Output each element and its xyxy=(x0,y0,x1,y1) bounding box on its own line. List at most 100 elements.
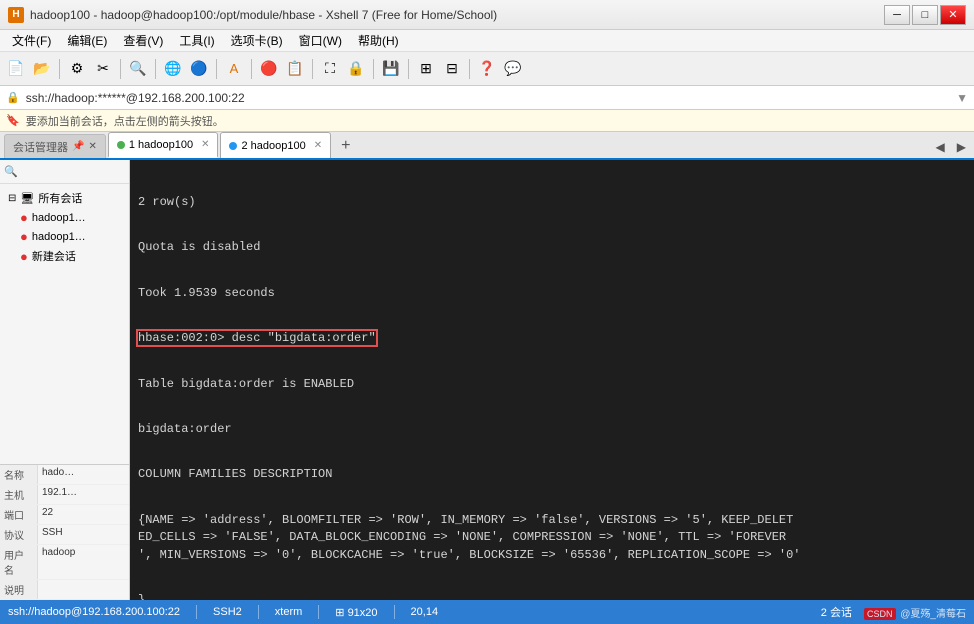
toolbar-btn8[interactable]: A xyxy=(222,57,246,81)
status-dimensions: ⊞ 91x20 xyxy=(335,606,377,619)
tab-1-hadoop100[interactable]: 1 hadoop100 ✕ xyxy=(108,132,219,158)
search-input[interactable] xyxy=(18,166,125,178)
toolbar-btn15[interactable]: ⊟ xyxy=(440,57,464,81)
pin-icon[interactable]: 📌 xyxy=(72,141,84,152)
status-ssh-address: ssh://hadoop@192.168.200.100:22 xyxy=(8,606,180,618)
prop-username: 用户名 hadoop xyxy=(0,545,129,580)
tree-hadoop2-icon: ● xyxy=(20,229,28,244)
sidebar-search[interactable]: 🔍 xyxy=(0,160,129,184)
toolbar-sep5 xyxy=(251,59,252,79)
prop-note-value xyxy=(38,580,46,599)
terminal[interactable]: 2 row(s) Quota is disabled Took 1.9539 s… xyxy=(130,160,974,600)
toolbar-btn13[interactable]: 💾 xyxy=(379,57,403,81)
tree-item-hadoop2[interactable]: ● hadoop1… xyxy=(0,227,129,246)
tab-nav-right: ◀ ▶ xyxy=(932,138,970,158)
tree-hadoop1-label: hadoop1… xyxy=(32,212,86,224)
session-manager-label: 会话管理器 xyxy=(13,139,68,155)
app-icon: H xyxy=(8,7,24,23)
prop-host: 主机 192.1… xyxy=(0,485,129,505)
tab-2-label: 2 hadoop100 xyxy=(241,140,305,152)
tab-prev-button[interactable]: ◀ xyxy=(932,138,949,156)
toolbar-btn6[interactable]: 🌐 xyxy=(161,57,185,81)
toolbar-btn11[interactable]: ⛶ xyxy=(318,57,342,81)
prop-protocol-value: SSH xyxy=(38,525,67,544)
toolbar-btn10[interactable]: 📋 xyxy=(283,57,307,81)
session-close-icon[interactable]: ✕ xyxy=(88,141,96,152)
tab-1-close[interactable]: ✕ xyxy=(201,139,209,150)
menu-view[interactable]: 查看(V) xyxy=(115,30,171,51)
tab-2-close[interactable]: ✕ xyxy=(314,140,322,151)
minimize-button[interactable]: ─ xyxy=(884,5,910,25)
info-text: 要添加当前会话，点击左侧的箭头按钮。 xyxy=(26,113,224,129)
window-title: hadoop100 - hadoop@hadoop100:/opt/module… xyxy=(30,8,884,22)
new-file-button[interactable]: 📄 xyxy=(4,57,28,81)
status-right: 2 会话 CSDN @夏殇_清莓石 xyxy=(821,604,966,620)
menu-edit[interactable]: 编辑(E) xyxy=(59,30,115,51)
term-line-4: hbase:002:0> desc "bigdata:order" xyxy=(138,330,966,347)
prop-host-value: 192.1… xyxy=(38,485,81,504)
prop-note-label: 说明 xyxy=(0,580,38,599)
sidebar-tree: ⊟ 🖥 所有会话 ● hadoop1… ● hadoop1… ● 新建会话 xyxy=(0,184,129,464)
term-line-9: } xyxy=(138,592,966,600)
window-controls[interactable]: ─ □ ✕ xyxy=(884,5,966,25)
tab-next-button[interactable]: ▶ xyxy=(953,138,970,156)
term-line-3: Took 1.9539 seconds xyxy=(138,285,966,302)
address-dropdown-icon[interactable]: ▼ xyxy=(956,91,968,105)
status-divider-2 xyxy=(258,605,259,619)
tab-1-status-dot xyxy=(117,141,125,149)
toolbar-sep9 xyxy=(469,59,470,79)
term-line-1: 2 row(s) xyxy=(138,194,966,211)
toolbar-btn4[interactable]: ✂ xyxy=(91,57,115,81)
toolbar-btn9[interactable]: 🔴 xyxy=(257,57,281,81)
toolbar-sep6 xyxy=(312,59,313,79)
prop-username-label: 用户名 xyxy=(0,545,38,579)
tree-item-hadoop1[interactable]: ● hadoop1… xyxy=(0,208,129,227)
menu-help[interactable]: 帮助(H) xyxy=(350,30,407,51)
prop-port: 端口 22 xyxy=(0,505,129,525)
tree-item-new-session[interactable]: ● 新建会话 xyxy=(0,246,129,266)
term-line-2: Quota is disabled xyxy=(138,239,966,256)
open-button[interactable]: 📂 xyxy=(30,57,54,81)
toolbar-btn16[interactable]: 💬 xyxy=(501,57,525,81)
menu-window[interactable]: 窗口(W) xyxy=(291,30,350,51)
session-manager-tab[interactable]: 会话管理器 📌 ✕ xyxy=(4,134,106,158)
status-position: 20,14 xyxy=(411,606,439,618)
status-divider-3 xyxy=(318,605,319,619)
address-text[interactable]: ssh://hadoop:******@192.168.200.100:22 xyxy=(26,91,245,105)
toolbar-btn5[interactable]: 🔍 xyxy=(126,57,150,81)
menu-bar: 文件(F) 编辑(E) 查看(V) 工具(I) 选项卡(B) 窗口(W) 帮助(… xyxy=(0,30,974,52)
tree-hadoop1-icon: ● xyxy=(20,210,28,225)
tree-item-root[interactable]: ⊟ 🖥 所有会话 xyxy=(0,188,129,208)
tree-new-icon: ● xyxy=(20,249,28,264)
toolbar-help[interactable]: ❓ xyxy=(475,57,499,81)
tree-hadoop2-label: hadoop1… xyxy=(32,231,86,243)
title-bar: H hadoop100 - hadoop@hadoop100:/opt/modu… xyxy=(0,0,974,30)
toolbar-btn3[interactable]: ⚙ xyxy=(65,57,89,81)
maximize-button[interactable]: □ xyxy=(912,5,938,25)
toolbar-btn7[interactable]: 🔵 xyxy=(187,57,211,81)
toolbar-btn14[interactable]: ⊞ xyxy=(414,57,438,81)
status-bar: ssh://hadoop@192.168.200.100:22 SSH2 xte… xyxy=(0,600,974,624)
toolbar-sep8 xyxy=(408,59,409,79)
sidebar-properties: 名称 hado… 主机 192.1… 端口 22 协议 SSH 用户名 hado… xyxy=(0,464,129,600)
tree-root-label: 所有会话 xyxy=(38,190,82,206)
close-button[interactable]: ✕ xyxy=(940,5,966,25)
prop-name-label: 名称 xyxy=(0,465,38,484)
tab-2-hadoop100[interactable]: 2 hadoop100 ✕ xyxy=(220,132,331,158)
tab-add-button[interactable]: + xyxy=(333,134,358,158)
prop-name: 名称 hado… xyxy=(0,465,129,485)
bookmark-icon: 🔖 xyxy=(6,114,20,127)
toolbar-sep1 xyxy=(59,59,60,79)
prop-protocol-label: 协议 xyxy=(0,525,38,544)
prop-username-value: hadoop xyxy=(38,545,79,579)
prop-name-value: hado… xyxy=(38,465,78,484)
menu-file[interactable]: 文件(F) xyxy=(4,30,59,51)
term-line-7: COLUMN FAMILIES DESCRIPTION xyxy=(138,466,966,483)
menu-tabs[interactable]: 选项卡(B) xyxy=(223,30,291,51)
info-bar: 🔖 要添加当前会话，点击左侧的箭头按钮。 xyxy=(0,110,974,132)
toolbar-btn12[interactable]: 🔒 xyxy=(344,57,368,81)
status-encoding: SSH2 xyxy=(213,606,242,618)
tree-expand-icon: ⊟ xyxy=(8,193,16,204)
menu-tools[interactable]: 工具(I) xyxy=(171,30,222,51)
tab-1-label: 1 hadoop100 xyxy=(129,139,193,151)
